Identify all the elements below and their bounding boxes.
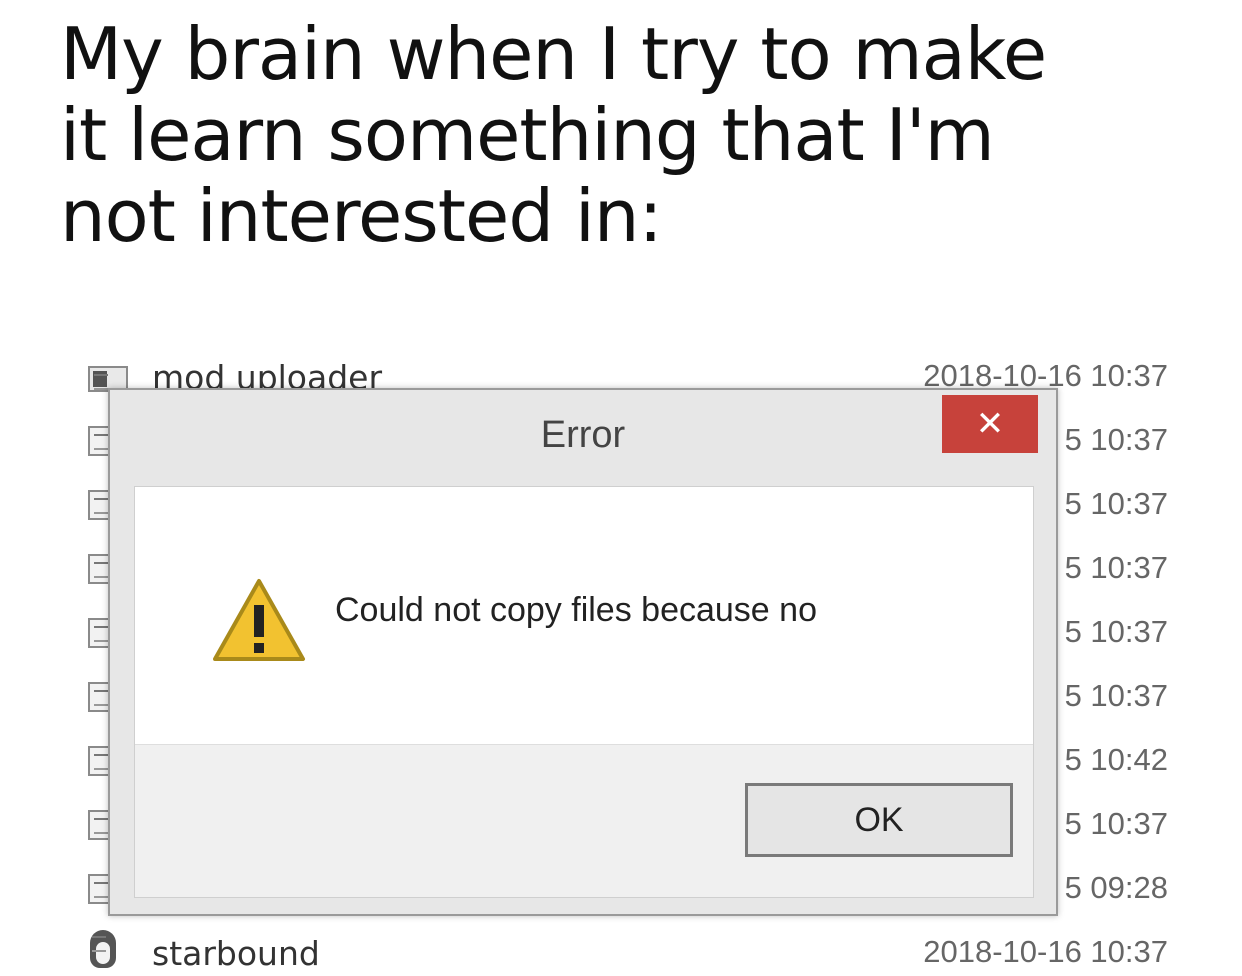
- file-name: starbound: [152, 934, 320, 973]
- file-date: 5 10:37: [1064, 806, 1168, 841]
- file-date: 5 09:28: [1064, 870, 1168, 905]
- file-date: 2018-10-16 10:37: [923, 934, 1168, 969]
- file-date: 5 10:37: [1064, 678, 1168, 713]
- file-date: 5 10:42: [1064, 742, 1168, 777]
- dialog-title: Error: [540, 414, 626, 456]
- file-date: 5 10:37: [1064, 614, 1168, 649]
- ok-button[interactable]: OK: [745, 783, 1013, 857]
- file-date: 5 10:37: [1064, 550, 1168, 585]
- penguin-icon: [88, 930, 118, 970]
- dialog-body: Could not copy files because no OK: [134, 486, 1034, 898]
- file-date: 5 10:37: [1064, 422, 1168, 457]
- file-date: 5 10:37: [1064, 486, 1168, 521]
- warning-icon: [213, 579, 305, 661]
- error-message: Could not copy files because no: [335, 591, 817, 629]
- error-dialog: Error ✕ Could not copy files because no …: [108, 388, 1058, 916]
- file-row-starbound[interactable]: starbound 2018-10-16 10:37: [88, 930, 1168, 974]
- close-button[interactable]: ✕: [942, 395, 1038, 453]
